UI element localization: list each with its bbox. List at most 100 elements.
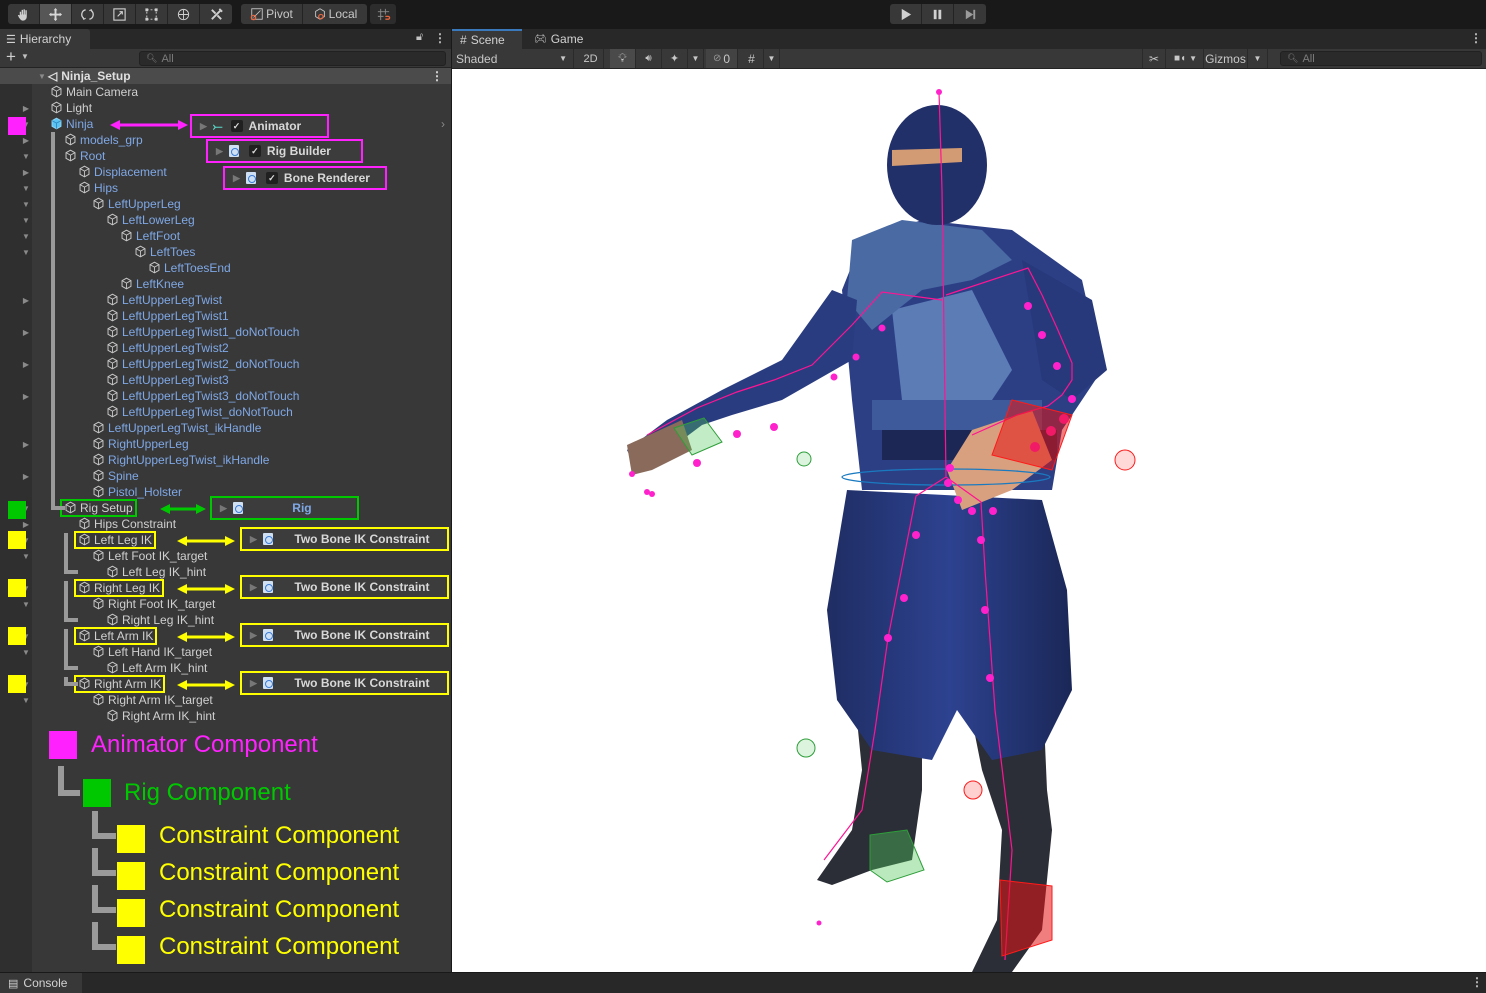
enabled-checkbox[interactable]: ✓ xyxy=(249,145,261,157)
grid-toggle[interactable]: # xyxy=(740,49,764,68)
collapse-arrow-icon[interactable]: ▶ xyxy=(20,136,32,145)
lighting-toggle[interactable]: 💡︎ xyxy=(610,49,636,68)
tab-console[interactable]: ▤ Console xyxy=(0,973,82,993)
hierarchy-item[interactable]: ▶LeftUpperLegTwist2_doNotTouch xyxy=(32,356,451,372)
scene-menu-icon[interactable]: ⋮ xyxy=(431,69,443,83)
hierarchy-item[interactable]: LeftUpperLegTwist3 xyxy=(32,372,451,388)
collapse-arrow-icon[interactable]: ▶ xyxy=(20,168,32,177)
camera-settings-dropdown[interactable]: ■◖▼ xyxy=(1168,49,1204,68)
transform-tool-button[interactable] xyxy=(168,4,200,24)
pause-button[interactable] xyxy=(922,4,954,24)
two-bone-ik-constraint-callout[interactable]: ▶Two Bone IK Constraint xyxy=(242,529,447,549)
hierarchy-item[interactable]: ▶LeftUpperLegTwist xyxy=(32,292,451,308)
expand-arrow-icon[interactable]: ▼ xyxy=(20,600,32,609)
expand-arrow-icon[interactable]: ▼ xyxy=(20,648,32,657)
expand-arrow-icon[interactable]: ▼ xyxy=(20,232,32,241)
hierarchy-item[interactable]: ▶RightUpperLeg xyxy=(32,436,451,452)
collapse-arrow-icon[interactable]: ▶ xyxy=(20,296,32,305)
expand-arrow-icon[interactable]: ▼ xyxy=(20,552,32,561)
collapse-arrow-icon[interactable]: ▶ xyxy=(20,360,32,369)
grid-snap-toggle[interactable] xyxy=(370,4,396,24)
hierarchy-item[interactable]: ▼Left Hand IK_target xyxy=(32,644,451,660)
gizmos-button[interactable]: Gizmos xyxy=(1204,49,1248,68)
toggle-2d-button[interactable]: 2D xyxy=(578,49,604,68)
scene-viewport[interactable] xyxy=(452,70,1486,972)
tab-game[interactable]: 🎮︎ Game xyxy=(526,29,591,49)
create-add-button[interactable]: + xyxy=(6,47,16,67)
shading-mode-dropdown[interactable]: Shaded ▼ xyxy=(452,49,574,68)
step-button[interactable] xyxy=(954,4,986,24)
expand-arrow-icon[interactable]: ▶ xyxy=(220,503,227,514)
create-dropdown-icon[interactable]: ▼ xyxy=(21,52,29,61)
collapse-arrow-icon[interactable]: ▶ xyxy=(20,392,32,401)
expand-arrow-icon[interactable]: ▼ xyxy=(20,248,32,257)
hierarchy-item[interactable]: ▼LeftLowerLeg xyxy=(32,212,451,228)
hierarchy-tab[interactable]: ☰ Hierarchy xyxy=(0,29,90,49)
hierarchy-item[interactable]: RightUpperLegTwist_ikHandle xyxy=(32,452,451,468)
move-tool-button[interactable] xyxy=(40,4,72,24)
bone-renderer-component-callout[interactable]: ▶✓Bone Renderer xyxy=(225,168,385,188)
hierarchy-item[interactable]: ▼Right Arm IK_target xyxy=(32,692,451,708)
expand-arrow-icon[interactable]: ▼ xyxy=(20,216,32,225)
two-bone-ik-constraint-callout[interactable]: ▶Two Bone IK Constraint xyxy=(242,673,447,693)
expand-arrow-icon[interactable]: ▶ xyxy=(250,630,257,641)
hierarchy-item[interactable]: ▶Light xyxy=(32,100,451,116)
hierarchy-item[interactable]: LeftUpperLegTwist1 xyxy=(32,308,451,324)
scene-tools-button[interactable]: ✂︎ xyxy=(1142,49,1166,68)
expand-arrow-icon[interactable]: ▼ xyxy=(20,696,32,705)
rect-tool-button[interactable] xyxy=(136,4,168,24)
expand-arrow-icon[interactable]: ▼ xyxy=(20,152,32,161)
collapse-arrow-icon[interactable]: ▶ xyxy=(20,328,32,337)
expand-arrow-icon[interactable]: ▼ xyxy=(36,72,48,81)
expand-arrow-icon[interactable]: ▶ xyxy=(233,173,240,184)
scene-root-row[interactable]: ▼◁Ninja_Setup⋮ xyxy=(0,68,451,84)
enabled-checkbox[interactable]: ✓ xyxy=(231,120,243,132)
local-toggle[interactable]: Local xyxy=(303,4,367,24)
collapse-arrow-icon[interactable]: ▶ xyxy=(20,520,32,529)
expand-arrow-icon[interactable]: ▶ xyxy=(250,534,257,545)
hand-tool-button[interactable] xyxy=(8,4,40,24)
scene-search-input[interactable]: 🔍︎ All xyxy=(1280,51,1482,66)
two-bone-ik-constraint-callout[interactable]: ▶Two Bone IK Constraint xyxy=(242,625,447,645)
hierarchy-item[interactable]: Right Arm IK_hint xyxy=(32,708,451,724)
scene-menu-icon[interactable]: ⋮ xyxy=(1470,31,1482,45)
tab-scene[interactable]: # Scene xyxy=(452,29,522,49)
effects-dropdown[interactable]: ▼ xyxy=(688,49,704,68)
audio-toggle[interactable]: 🔊︎ xyxy=(636,49,662,68)
expand-arrow-icon[interactable]: ▶ xyxy=(250,582,257,593)
collapse-arrow-icon[interactable]: ▶ xyxy=(20,440,32,449)
hierarchy-item[interactable]: LeftUpperLegTwist_doNotTouch xyxy=(32,404,451,420)
effects-toggle[interactable]: ✦ xyxy=(662,49,688,68)
animator-component-callout[interactable]: ▶⤚✓Animator xyxy=(192,116,327,136)
rotate-tool-button[interactable] xyxy=(72,4,104,24)
hierarchy-item[interactable]: ▼LeftUpperLeg xyxy=(32,196,451,212)
scale-tool-button[interactable] xyxy=(104,4,136,24)
custom-tool-button[interactable] xyxy=(200,4,232,24)
hierarchy-item[interactable]: ▶LeftUpperLegTwist3_doNotTouch xyxy=(32,388,451,404)
hierarchy-item[interactable]: ▶LeftUpperLegTwist1_doNotTouch xyxy=(32,324,451,340)
hierarchy-item[interactable]: ▼Right Foot IK_target xyxy=(32,596,451,612)
rig-builder-component-callout[interactable]: ▶✓Rig Builder xyxy=(208,141,361,161)
hierarchy-search-input[interactable]: 🔍︎ All xyxy=(139,51,446,66)
play-button[interactable] xyxy=(890,4,922,24)
hierarchy-item[interactable]: LeftKnee xyxy=(32,276,451,292)
hierarchy-item[interactable]: ▼Left Foot IK_target xyxy=(32,548,451,564)
hierarchy-item[interactable]: Main Camera xyxy=(32,84,451,100)
expand-arrow-icon[interactable]: ▼ xyxy=(20,184,32,193)
prefab-open-chevron-icon[interactable]: › xyxy=(441,117,445,131)
panel-menu-icon[interactable]: ⋮ xyxy=(434,31,446,45)
gizmos-dropdown[interactable]: ▼ xyxy=(1248,49,1268,68)
collapse-arrow-icon[interactable]: ▶ xyxy=(20,472,32,481)
hierarchy-item[interactable]: LeftUpperLegTwist2 xyxy=(32,340,451,356)
collapse-arrow-icon[interactable]: ▶ xyxy=(20,104,32,113)
expand-arrow-icon[interactable]: ▶ xyxy=(216,146,223,157)
grid-dropdown[interactable]: ▼ xyxy=(764,49,780,68)
hierarchy-item[interactable]: ▶Spine xyxy=(32,468,451,484)
expand-arrow-icon[interactable]: ▶ xyxy=(200,121,207,132)
console-menu-icon[interactable]: ⋮ xyxy=(1471,975,1483,989)
scene-visibility-toggle[interactable]: ⊘ 0 xyxy=(706,49,738,68)
hierarchy-item[interactable]: ▼LeftToes xyxy=(32,244,451,260)
two-bone-ik-constraint-callout[interactable]: ▶Two Bone IK Constraint xyxy=(242,577,447,597)
hierarchy-item[interactable]: LeftToesEnd xyxy=(32,260,451,276)
enabled-checkbox[interactable]: ✓ xyxy=(266,172,278,184)
